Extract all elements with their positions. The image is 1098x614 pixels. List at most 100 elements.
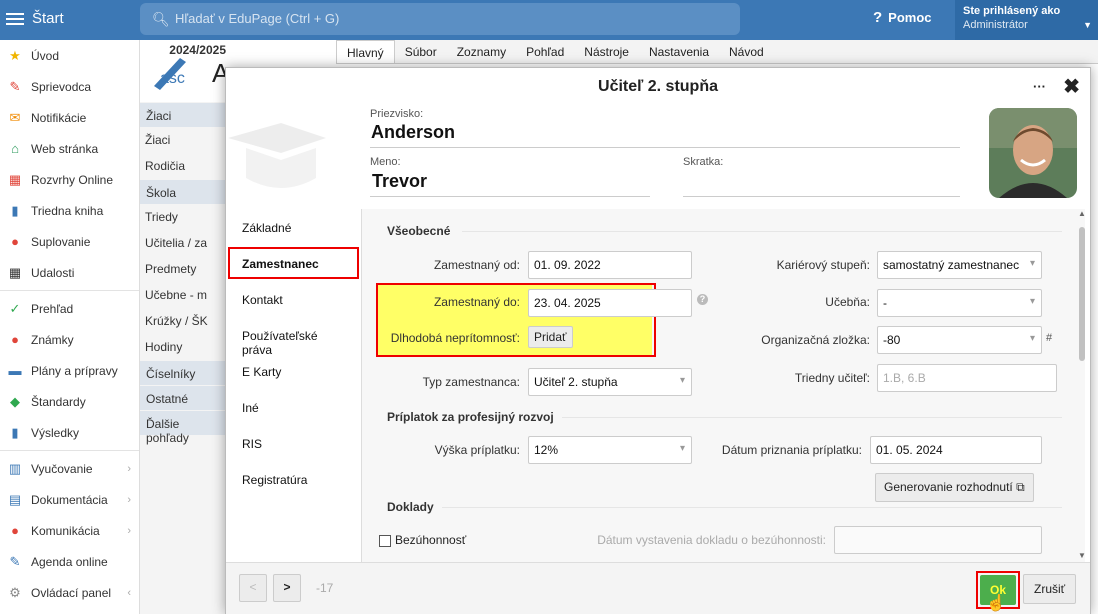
sidebar-item[interactable]: ✓ Prehľad <box>0 293 139 324</box>
sidebar-item[interactable]: ⌂ Web stránka <box>0 133 139 164</box>
sidebar-item[interactable]: ● Suplovanie <box>0 226 139 257</box>
sidebar-item[interactable]: ✎ Agenda online <box>0 546 139 577</box>
nav-group-header[interactable]: Škola <box>140 180 228 204</box>
ribbon-tab[interactable]: Hlavný <box>336 40 395 63</box>
surname-value[interactable]: Anderson <box>371 122 455 143</box>
help-label: Pomoc <box>888 10 932 25</box>
career-select[interactable]: samostatný zamestnanec <box>877 251 1042 279</box>
search-input[interactable]: 🔍︎ Hľadať v EduPage (Ctrl + G) <box>140 3 740 35</box>
nav-group-item[interactable]: Triedy <box>140 204 228 230</box>
room-label: Učebňa: <box>825 295 870 309</box>
employed-to-input[interactable]: 23. 04. 2025 <box>528 289 692 317</box>
nav-group-item[interactable]: Učebne - m <box>140 282 228 308</box>
chevron-icon[interactable]: ‹ <box>127 587 131 599</box>
help-icon[interactable]: ? <box>697 294 708 305</box>
employee-type-select[interactable]: Učiteľ 2. stupňa <box>528 368 692 396</box>
sidebar-item-icon: ▮ <box>11 202 19 218</box>
integrity-label: Bezúhonnosť <box>395 533 467 547</box>
nav-group-item[interactable]: Predmety <box>140 256 228 282</box>
nav-group-item[interactable]: Krúžky / ŠK <box>140 308 228 334</box>
more-icon[interactable]: ··· <box>1033 79 1046 94</box>
sidebar-item[interactable]: ★ Úvod <box>0 40 139 71</box>
sidebar-item-icon: ✉ <box>9 109 21 125</box>
class-teacher-input[interactable]: 1.B, 6.B <box>877 364 1057 392</box>
generate-decisions-button[interactable]: Generovanie rozhodnutí ⧉ <box>875 473 1034 502</box>
bonus-select[interactable]: 12% <box>528 436 692 464</box>
avatar[interactable] <box>989 108 1077 198</box>
secondary-nav: 2024/2025 asc A Žiaci Žiaci Rodičia Škola Tr… <box>140 40 229 614</box>
sidebar-item[interactable]: ▦ Udalosti <box>0 257 139 288</box>
bonus-date-input[interactable]: 01. 05. 2024 <box>870 436 1042 464</box>
sidebar-item[interactable]: ▮ Výsledky <box>0 417 139 448</box>
sidebar-item[interactable]: ● Komunikácia › <box>0 515 139 546</box>
nav-group-item[interactable]: Rodičia <box>140 153 228 179</box>
sidebar-item-icon: ▮ <box>11 424 19 440</box>
nav-group-header[interactable]: Ďalšie pohľady <box>140 411 228 445</box>
dialog-tab[interactable]: Zamestnanec <box>226 245 361 281</box>
sidebar-item-label: Úvod <box>31 48 60 63</box>
org-label: Organizačná zložka: <box>761 333 870 347</box>
close-icon[interactable]: ✖ <box>1063 74 1080 99</box>
help-button[interactable]: ? Pomoc <box>873 9 932 26</box>
dialog-tab[interactable]: Registratúra <box>226 461 361 497</box>
nav-group-header[interactable]: Číselníky <box>140 361 228 385</box>
sidebar-item[interactable]: ▮ Triedna kniha <box>0 195 139 226</box>
sidebar-item[interactable]: ● Známky <box>0 324 139 355</box>
app-title[interactable]: Štart <box>32 10 64 27</box>
ribbon-tab[interactable]: Pohľad <box>516 40 574 63</box>
dialog-tab[interactable]: Základné <box>226 209 361 245</box>
nav-group-header[interactable]: Ostatné <box>140 386 228 410</box>
sidebar-item-label: Notifikácie <box>31 110 87 125</box>
sidebar-item[interactable]: ▬ Plány a prípravy <box>0 355 139 386</box>
sidebar-item[interactable]: ◆ Štandardy <box>0 386 139 417</box>
nav-group-item[interactable]: Hodiny <box>140 334 228 360</box>
chevron-icon[interactable]: › <box>127 463 131 475</box>
chevron-icon[interactable]: › <box>127 525 131 537</box>
cancel-button[interactable]: Zrušiť <box>1023 574 1077 604</box>
sidebar-item-label: Triedna kniha <box>31 203 104 218</box>
sidebar-item[interactable]: ▥ Vyučovanie › <box>0 453 139 484</box>
sidebar-item-icon: ✎ <box>9 553 21 569</box>
placeholder-avatar-icon <box>228 123 326 188</box>
dialog-tab[interactable]: E Karty <box>226 353 361 389</box>
dialog-tab[interactable]: RIS <box>226 425 361 461</box>
sidebar-item-label: Web stránka <box>31 141 99 156</box>
org-select[interactable]: -80 <box>877 326 1042 354</box>
sidebar-item-icon: ◆ <box>10 393 20 409</box>
sidebar-item[interactable]: ⚙ Ovládací panel ‹ <box>0 577 139 608</box>
menu-icon[interactable] <box>6 10 24 28</box>
sidebar-item-icon: ● <box>11 234 19 249</box>
sidebar-item-label: Dokumentácia <box>31 492 108 507</box>
sidebar-item[interactable]: ▤ Dokumentácia › <box>0 484 139 515</box>
sidebar-item[interactable]: ✎ Sprievodca <box>0 71 139 102</box>
sidebar-item[interactable]: ✉ Notifikácie <box>0 102 139 133</box>
add-absence-button[interactable]: Pridať <box>528 326 573 348</box>
hash-icon[interactable]: # <box>1046 332 1052 344</box>
section-bonus: Príplatok za profesijný rozvoj <box>387 410 554 424</box>
dialog-tab[interactable]: Iné <box>226 389 361 425</box>
integrity-date-input[interactable] <box>834 526 1042 554</box>
integrity-checkbox[interactable] <box>379 535 391 547</box>
ribbon-tab[interactable]: Nástroje <box>574 40 639 63</box>
name-value[interactable]: Trevor <box>372 171 427 192</box>
room-select[interactable]: - <box>877 289 1042 317</box>
sidebar-item-label: Známky <box>31 332 74 347</box>
nav-group-item[interactable]: Žiaci <box>140 127 228 153</box>
ribbon-tab[interactable]: Súbor <box>395 40 447 63</box>
prev-button[interactable]: < <box>239 574 267 602</box>
ribbon-tab[interactable]: Návod <box>719 40 774 63</box>
nav-group-header[interactable]: Žiaci <box>140 103 228 127</box>
content-scrollbar[interactable]: ▲ ▼ <box>1077 209 1087 562</box>
user-menu[interactable]: Ste prihlásený ako Administrátor ▼ <box>955 0 1098 40</box>
chevron-icon[interactable]: › <box>127 494 131 506</box>
dialog-tab[interactable]: Kontakt <box>226 281 361 317</box>
nav-group-item[interactable]: Učitelia / za <box>140 230 228 256</box>
employed-from-input[interactable]: 01. 09. 2022 <box>528 251 692 279</box>
next-button[interactable]: > <box>273 574 301 602</box>
integrity-date-label: Dátum vystavenia dokladu o bezúhonnosti: <box>597 533 826 547</box>
short-label: Skratka: <box>683 156 724 168</box>
ribbon-tab[interactable]: Nastavenia <box>639 40 719 63</box>
dialog-tab[interactable]: Používateľské práva <box>226 317 361 357</box>
ribbon-tab[interactable]: Zoznamy <box>447 40 516 63</box>
sidebar-item[interactable]: ▦ Rozvrhy Online <box>0 164 139 195</box>
